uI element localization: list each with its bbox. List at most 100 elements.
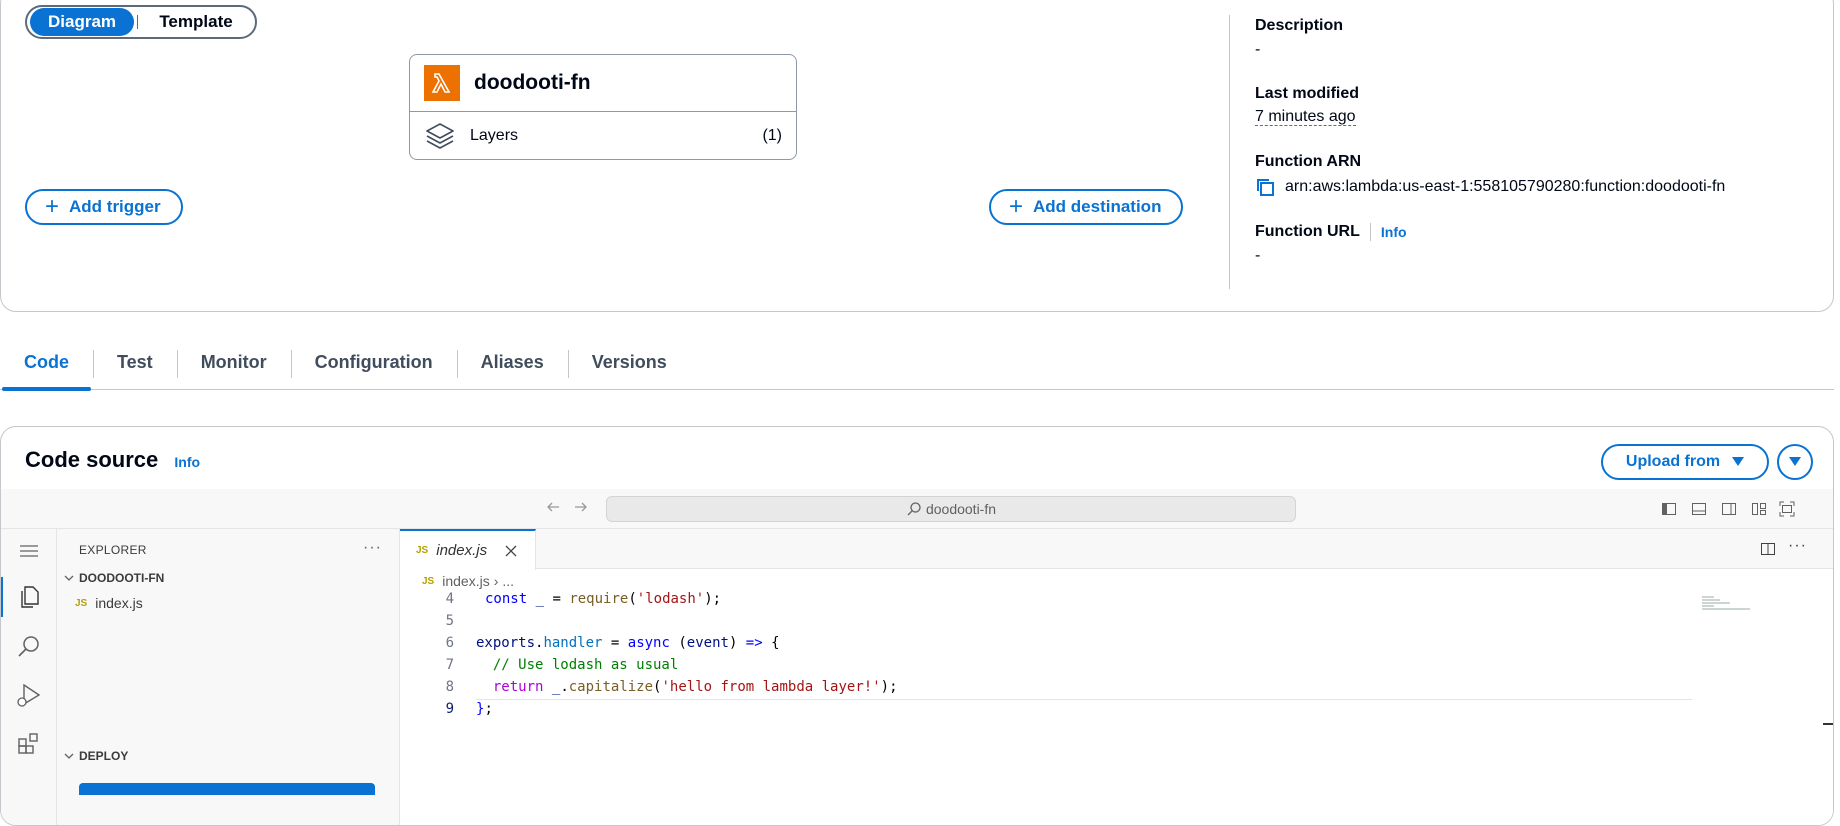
explorer-panel: EXPLORER ··· DOODOOTI-FN JS index.js DEP… [57,529,400,825]
toggle-secondary-sidebar-icon[interactable] [1721,501,1737,522]
back-arrow-icon[interactable] [545,499,561,520]
close-icon[interactable] [505,545,517,557]
code-source-card: Code source Info Upload from doodooti-fn [0,426,1834,826]
template-toggle-button[interactable]: Template [141,8,251,36]
code-source-title: Code source [25,447,159,472]
more-actions-icon[interactable]: ··· [1788,537,1807,555]
minimap[interactable] [1700,595,1760,615]
code-source-header: Code source Info [25,447,200,473]
last-modified-text[interactable]: 7 minutes ago [1255,108,1356,126]
toggle-primary-sidebar-icon[interactable] [1661,501,1677,522]
plus-icon: + [1009,193,1024,220]
code-line: exports.handler = async (event) => { [476,635,780,651]
function-name: doodooti-fn [474,71,591,94]
toggle-divider [137,15,138,29]
function-arn-label: Function ARN [1255,153,1362,170]
editor-tab-index-js[interactable]: JS index.js [400,529,536,570]
breadcrumb-rest[interactable]: ... [502,573,514,589]
explorer-header: EXPLORER [79,543,147,557]
scrollbar-marker [1823,723,1833,725]
toggle-panel-icon[interactable] [1691,501,1707,522]
diagram-toggle-button[interactable]: Diagram [30,8,134,36]
more-actions-button[interactable] [1777,444,1813,480]
run-debug-icon[interactable] [15,681,43,709]
function-arn-value: arn:aws:lambda:us-east-1:558105790280:fu… [1255,177,1725,197]
js-file-icon: JS [422,575,435,587]
function-row[interactable]: doodooti-fn [410,55,796,112]
code-line: }; [476,701,493,717]
command-search-input[interactable]: doodooti-fn [606,496,1296,522]
more-options-icon[interactable]: ··· [363,539,382,557]
tab-aliases[interactable]: Aliases [456,344,568,390]
plus-icon: + [45,193,60,220]
split-editor-icon[interactable] [1760,541,1776,562]
search-icon [906,501,922,517]
view-toggle: Diagram Template [25,5,257,39]
upload-from-label: Upload from [1625,453,1721,470]
arn-text: arn:aws:lambda:us-east-1:558105790280:fu… [1285,178,1726,195]
add-destination-button[interactable]: + Add destination [989,189,1184,225]
breadcrumb-file[interactable]: index.js [442,573,489,589]
line-number: 7 [445,657,454,673]
description-label: Description [1255,17,1344,34]
function-diagram-box[interactable]: doodooti-fn Layers (1) [409,54,797,160]
layers-icon [424,121,456,151]
file-label: index.js [95,595,143,611]
add-trigger-button[interactable]: + Add trigger [25,189,183,225]
extensions-icon[interactable] [15,729,43,757]
forward-arrow-icon[interactable] [573,499,589,520]
function-overview-card: Diagram Template doodooti-fn Layers (1) … [0,0,1834,312]
line-number: 4 [445,591,454,607]
breadcrumb: JS index.js › ... [422,573,514,589]
maximize-icon[interactable] [1779,501,1795,522]
add-trigger-label: Add trigger [69,197,161,216]
last-modified-value[interactable]: 7 minutes ago [1255,108,1356,126]
layers-count: (1) [762,126,782,144]
chevron-down-icon [63,572,75,584]
code-line: return _.capitalize('hello from lambda l… [492,679,898,695]
menu-icon[interactable] [15,537,43,565]
line-number: 9 [445,701,454,717]
folder-label: DOODOOTI-FN [79,571,165,585]
current-line-highlight [476,699,1692,700]
deploy-section[interactable]: DEPLOY [63,749,128,763]
upload-from-button[interactable]: Upload from [1601,444,1769,480]
function-url-info-link[interactable]: Info [1381,224,1407,240]
last-modified-label: Last modified [1255,85,1360,102]
tab-monitor[interactable]: Monitor [176,344,291,390]
activity-bar [1,529,57,825]
function-url-label: Function URL [1255,223,1360,240]
deploy-button[interactable] [79,783,375,795]
description-value: - [1255,41,1261,58]
label-divider [1369,223,1371,241]
code-line: const _ = require('lodash'); [485,591,722,607]
chevron-down-icon [63,750,75,762]
ide-titlebar: doodooti-fn [1,489,1833,529]
folder-doodooti-fn[interactable]: DOODOOTI-FN [63,571,164,585]
code-source-info-link[interactable]: Info [174,454,200,470]
tab-configuration[interactable]: Configuration [290,344,457,390]
search-placeholder: doodooti-fn [925,501,997,517]
function-url-label-row: Function URL Info [1255,223,1407,241]
caret-down-icon [1732,457,1745,467]
explorer-files-icon[interactable] [15,583,43,611]
copy-icon[interactable] [1255,177,1275,197]
active-indicator [1,577,3,617]
function-url-value: - [1255,247,1261,264]
search-icon[interactable] [15,633,43,661]
layers-label: Layers [470,126,519,144]
code-line: // Use lodash as usual [476,657,679,673]
customize-layout-icon[interactable] [1751,501,1767,522]
editor-tab-label: index.js [436,542,488,559]
tab-code[interactable]: Code [0,344,93,391]
layers-row[interactable]: Layers (1) [410,112,796,159]
line-number: 8 [445,679,454,695]
caret-down-icon [1789,457,1801,467]
tab-versions[interactable]: Versions [567,344,691,390]
chevron-right-icon: › [493,573,499,589]
tab-test[interactable]: Test [93,344,177,390]
file-index-js[interactable]: JS index.js [75,595,143,611]
lambda-icon [424,65,460,101]
deploy-label: DEPLOY [79,749,129,763]
vertical-divider [1229,15,1230,289]
